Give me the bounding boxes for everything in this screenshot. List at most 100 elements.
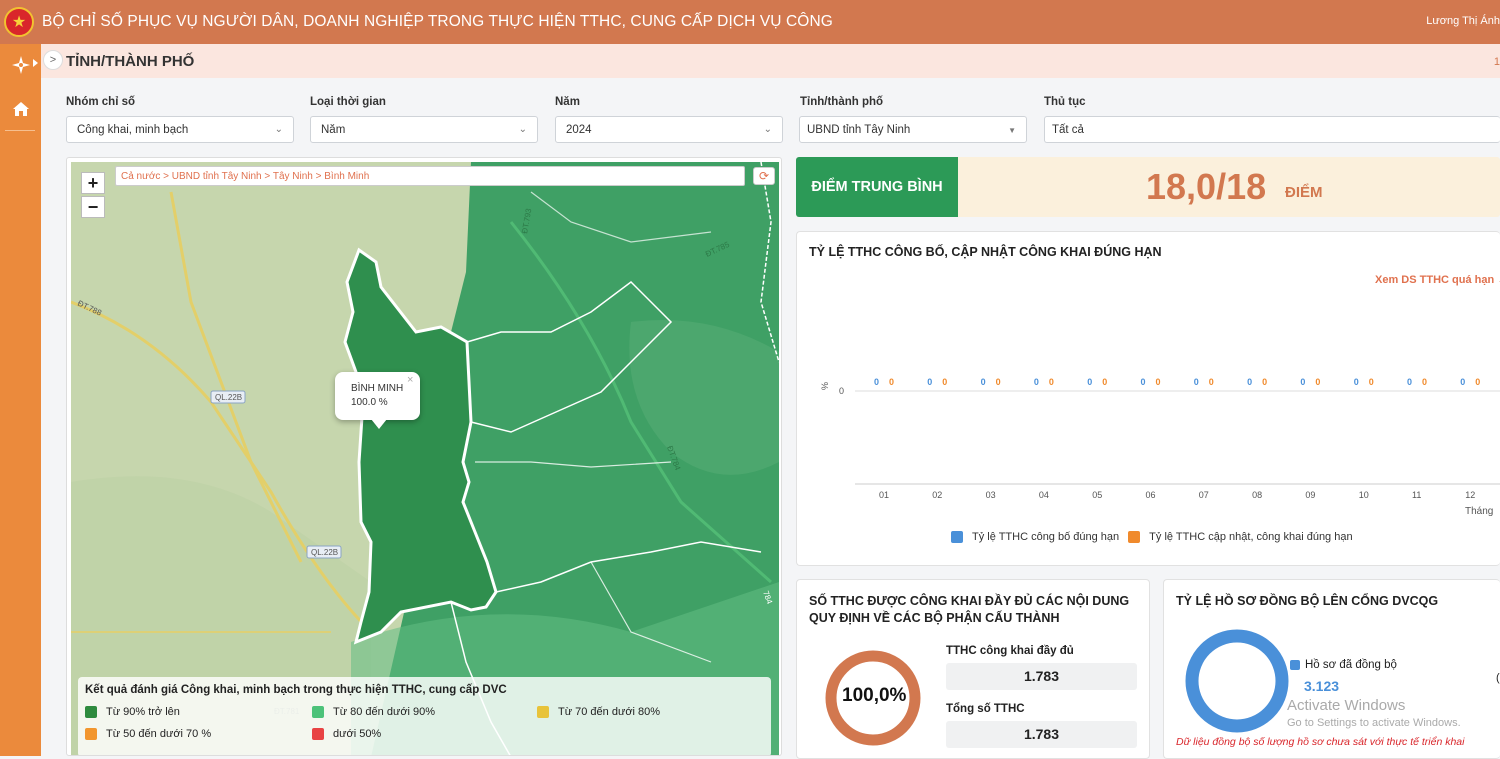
- road-label: QL.22B: [311, 548, 338, 557]
- bar-value-label: 0: [889, 377, 894, 387]
- x-tick-label: 10: [1359, 490, 1369, 500]
- zoom-in-button[interactable]: +: [81, 172, 105, 194]
- bar-value-label: 0: [1049, 377, 1054, 387]
- sidebar-expand-icon[interactable]: [33, 59, 38, 67]
- bar-value-label: 0: [981, 377, 986, 387]
- popup-close-icon[interactable]: ×: [407, 374, 413, 386]
- bar-value-label: 0: [1354, 377, 1359, 387]
- home-icon[interactable]: [0, 90, 41, 128]
- score-label: ĐIỂM TRUNG BÌNH: [796, 157, 958, 217]
- bar-value-label: 0: [1300, 377, 1305, 387]
- legend-item: Từ 70 đến dưới 80%: [537, 706, 660, 718]
- legend-label: Từ 50 đến dưới 70 %: [106, 728, 212, 740]
- legend-label: Từ 80 đến dưới 90%: [333, 706, 436, 718]
- bar-value-label: 0: [1102, 377, 1107, 387]
- x-tick-label: 09: [1305, 490, 1315, 500]
- synced-label: Hồ sơ đã đồng bộ: [1290, 659, 1397, 671]
- bar-value-label: 0: [1262, 377, 1267, 387]
- user-name[interactable]: Lương Thị Ánh: [1426, 15, 1500, 27]
- bar-value-label: 0: [1407, 377, 1412, 387]
- app-title: BỘ CHỈ SỐ PHỤC VỤ NGƯỜI DÂN, DOANH NGHIỆ…: [42, 13, 833, 30]
- select-loai-thoi-gian[interactable]: Năm ⌄: [310, 116, 538, 143]
- bar-value-label: 0: [874, 377, 879, 387]
- select-nhom-chi-so[interactable]: Công khai, minh bạch ⌄: [66, 116, 294, 143]
- select-thu-tuc[interactable]: Tất cả: [1044, 116, 1500, 143]
- sync-donut: [1185, 629, 1289, 733]
- legend-label: dưới 50%: [333, 728, 382, 740]
- legend-label: Tỷ lệ TTHC cập nhật, công khai đúng hạn: [1149, 531, 1353, 543]
- map-legend: Kết quả đánh giá Công khai, minh bạch tr…: [78, 677, 771, 755]
- select-value: Công khai, minh bạch: [77, 124, 189, 136]
- legend-title: Kết quả đánh giá Công khai, minh bạch tr…: [85, 684, 507, 696]
- sidebar: [0, 44, 41, 756]
- card-title-line1: SỐ TTHC ĐƯỢC CÔNG KHAI ĐẦY ĐỦ CÁC NỘI DU…: [809, 594, 1130, 608]
- map-breadcrumb[interactable]: Cả nước > UBND tỉnh Tây Ninh > Tây Ninh …: [115, 166, 745, 186]
- bar-value-label: 0: [1087, 377, 1092, 387]
- legend-item: Từ 80 đến dưới 90%: [312, 706, 435, 718]
- score-unit: ĐIỂM: [1285, 184, 1323, 201]
- x-tick-label: 04: [1039, 490, 1049, 500]
- legend-item: Từ 50 đến dưới 70 %: [85, 728, 211, 740]
- district-map[interactable]: ĐT.788 QL.22B QL.22B ĐT.793 ĐT.785 ĐT.78…: [71, 162, 779, 756]
- filter-label-tinh-thanh-pho: Tỉnh/thành phố: [800, 96, 884, 108]
- on-time-rate-card: TỶ LỆ TTHC CÔNG BỐ, CẬP NHẬT CÔNG KHAI Đ…: [796, 231, 1500, 566]
- y-axis-unit: %: [820, 382, 830, 390]
- legend-label: Từ 70 đến dưới 80%: [558, 706, 661, 718]
- bar-value-label: 0: [942, 377, 947, 387]
- header-counter: 1: [1493, 56, 1500, 68]
- sidebar-divider: [5, 130, 35, 131]
- chevron-down-icon: ⌄: [274, 124, 283, 135]
- public-disclosure-card: SỐ TTHC ĐƯỢC CÔNG KHAI ĐẦY ĐỦ CÁC NỘI DU…: [796, 579, 1150, 759]
- activate-windows-subtitle: Go to Settings to activate Windows.: [1287, 717, 1461, 729]
- page-title: TỈNH/THÀNH PHỐ: [66, 53, 195, 70]
- bar-value-label: 0: [1475, 377, 1480, 387]
- select-nam[interactable]: 2024 ⌄: [555, 116, 783, 143]
- full-label: TTHC công khai đầy đủ: [946, 645, 1074, 657]
- cut-off-text: (: [1496, 672, 1500, 684]
- x-axis-unit: Tháng: [1465, 506, 1493, 517]
- x-tick-label: 03: [986, 490, 996, 500]
- select-value: Tất cả: [1052, 124, 1084, 136]
- select-value: 2024: [566, 124, 592, 136]
- y-tick-label: 0: [839, 386, 844, 396]
- bar-value-label: 0: [1156, 377, 1161, 387]
- legend-swatch: [85, 728, 97, 740]
- filter-label-nam: Năm: [555, 96, 580, 108]
- legend-item: Từ 90% trở lên: [85, 706, 180, 718]
- collapse-chevron-icon[interactable]: >: [43, 50, 63, 70]
- bar-chart: % 0 Tháng 010 0020 0030 0040 0050 0060 0070 008…: [820, 377, 1500, 517]
- top-bar: ★ BỘ CHỈ SỐ PHỤC VỤ NGƯỜI DÂN, DOANH NGH…: [0, 0, 1500, 44]
- national-emblem-icon: ★: [4, 7, 34, 37]
- bar-value-label: 0: [1460, 377, 1465, 387]
- activate-windows-title: Activate Windows: [1287, 697, 1406, 714]
- total-label: Tổng số TTHC: [946, 703, 1025, 715]
- bar-value-label: 0: [1422, 377, 1427, 387]
- donut-ring: [1185, 629, 1289, 733]
- filter-label-loai-thoi-gian: Loại thời gian: [310, 96, 386, 108]
- select-value: Năm: [321, 124, 346, 136]
- chevron-down-icon: ⌄: [763, 124, 772, 135]
- filter-label-nhom-chi-so: Nhóm chỉ số: [66, 96, 136, 108]
- full-value: 1.783: [946, 663, 1137, 690]
- select-value: UBND tỉnh Tây Ninh: [807, 124, 911, 136]
- bar-value-label: 0: [1209, 377, 1214, 387]
- donut-percent: 100,0%: [842, 685, 907, 706]
- x-tick-label: 11: [1412, 490, 1421, 500]
- caret-down-icon: ▼: [1008, 126, 1016, 135]
- x-tick-label: 12: [1465, 490, 1475, 500]
- zoom-out-button[interactable]: −: [81, 196, 105, 218]
- x-tick-label: 08: [1252, 490, 1262, 500]
- x-tick-label: 02: [932, 490, 942, 500]
- x-tick-label: 05: [1092, 490, 1102, 500]
- card-title-line2: QUY ĐỊNH VỀ CÁC BỘ PHẬN CẤU THÀNH: [809, 611, 1060, 625]
- bar-value-label: 0: [1247, 377, 1252, 387]
- refresh-icon[interactable]: ⟳: [753, 167, 775, 185]
- legend-swatch: [85, 706, 97, 718]
- bar-value-label: 0: [1141, 377, 1146, 387]
- legend-label: Từ 90% trở lên: [106, 706, 180, 718]
- chevron-down-icon: ⌄: [518, 124, 527, 135]
- x-tick-label: 06: [1146, 490, 1156, 500]
- x-tick-label: 01: [879, 490, 889, 500]
- x-tick-label: 07: [1199, 490, 1209, 500]
- select-tinh-thanh-pho[interactable]: UBND tỉnh Tây Ninh ▼: [799, 116, 1027, 143]
